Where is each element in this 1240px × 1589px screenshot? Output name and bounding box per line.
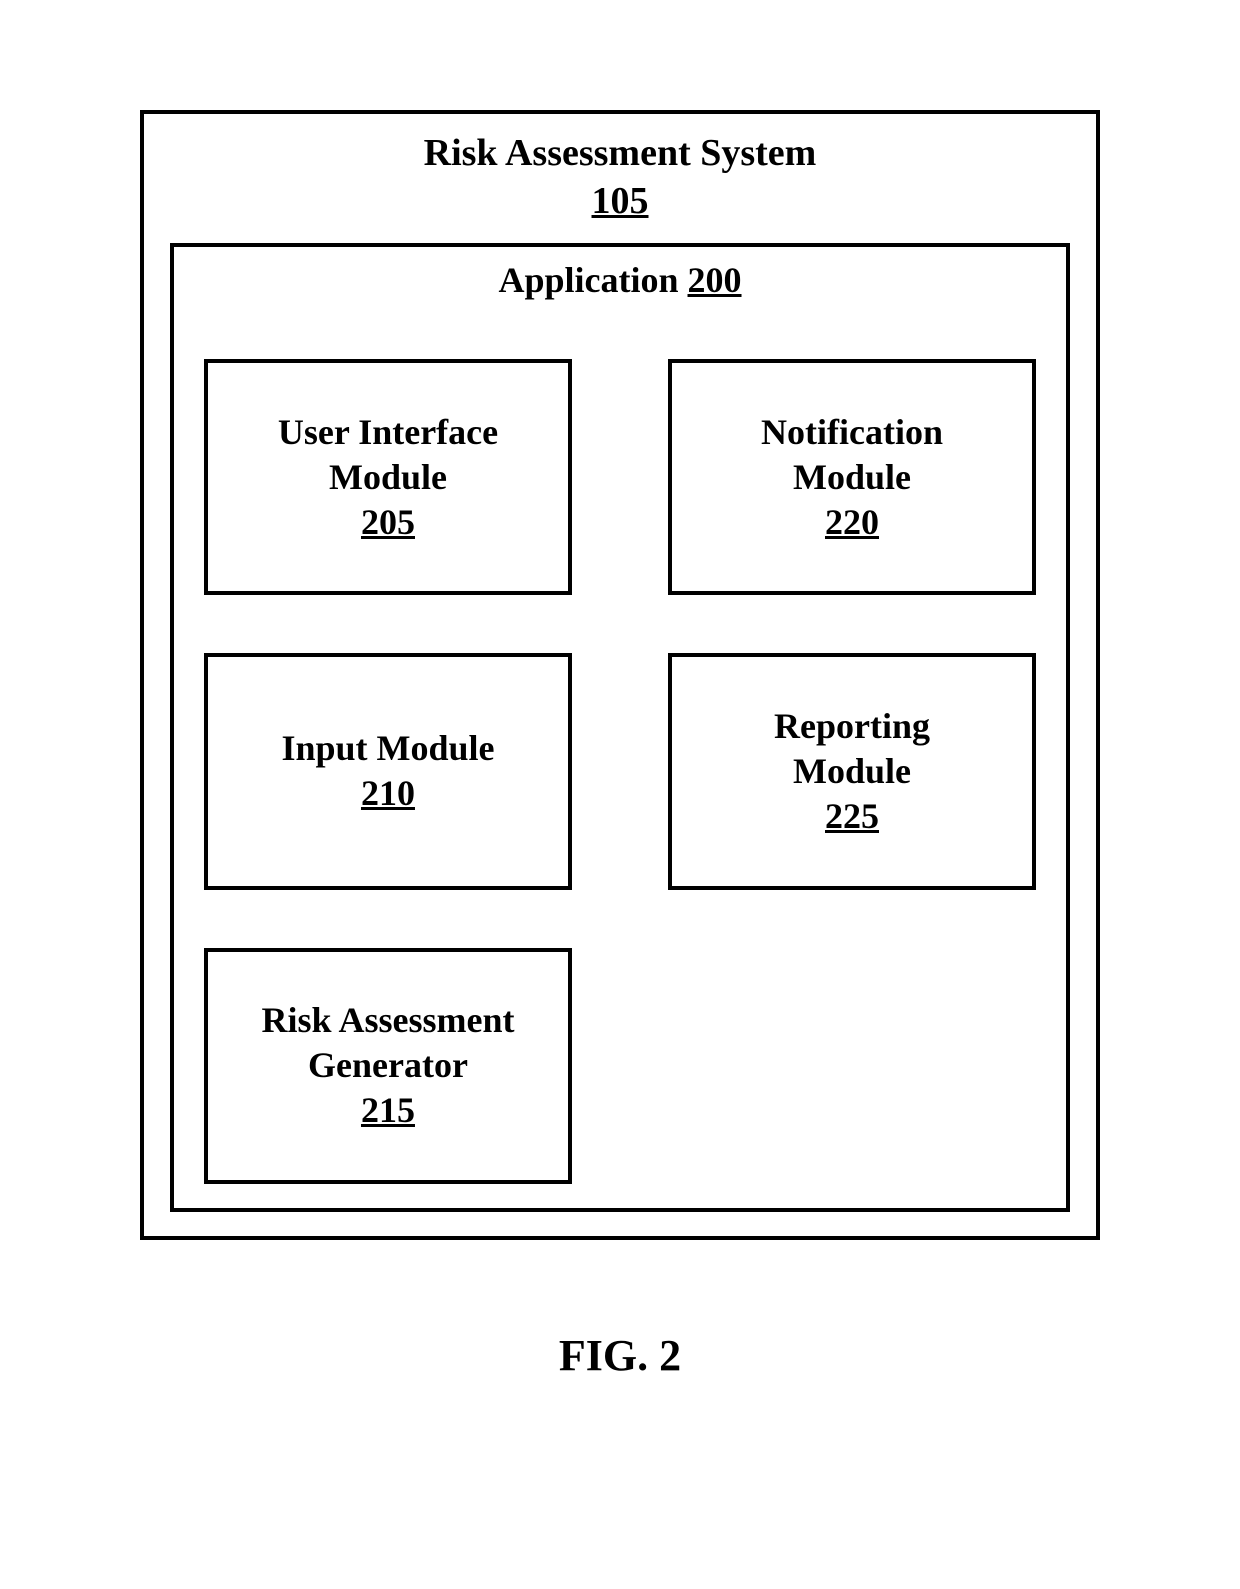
module-grid: User Interface Module 205 Notification M… <box>204 359 1036 1184</box>
empty-grid-cell <box>668 948 1036 1184</box>
reporting-module-line1: Reporting <box>774 706 930 746</box>
application-box: Application 200 User Interface Module 20… <box>170 243 1070 1212</box>
application-title: Application 200 <box>204 259 1036 301</box>
generator-module-ref: 215 <box>361 1090 415 1130</box>
application-title-text: Application <box>498 260 678 300</box>
generator-module-line2: Generator <box>308 1045 468 1085</box>
application-ref: 200 <box>688 260 742 300</box>
input-module-line1: Input Module <box>281 728 494 768</box>
notification-module-line2: Module <box>793 457 911 497</box>
reporting-module-ref: 225 <box>825 796 879 836</box>
ui-module-line2: Module <box>329 457 447 497</box>
notification-module-line1: Notification <box>761 412 943 452</box>
risk-assessment-system-box: Risk Assessment System 105 Application 2… <box>140 110 1100 1240</box>
input-module-box: Input Module 210 <box>204 653 572 889</box>
user-interface-module-box: User Interface Module 205 <box>204 359 572 595</box>
ui-module-ref: 205 <box>361 502 415 542</box>
system-title-text: Risk Assessment System <box>424 132 817 174</box>
reporting-module-box: Reporting Module 225 <box>668 653 1036 889</box>
notification-module-box: Notification Module 220 <box>668 359 1036 595</box>
ui-module-line1: User Interface <box>278 412 498 452</box>
generator-module-line1: Risk Assessment <box>261 1000 514 1040</box>
reporting-module-line2: Module <box>793 751 911 791</box>
system-title: Risk Assessment System 105 <box>170 130 1070 225</box>
notification-module-ref: 220 <box>825 502 879 542</box>
input-module-ref: 210 <box>361 773 415 813</box>
risk-assessment-generator-box: Risk Assessment Generator 215 <box>204 948 572 1184</box>
figure-caption: FIG. 2 <box>559 1330 681 1381</box>
system-ref: 105 <box>592 180 649 222</box>
